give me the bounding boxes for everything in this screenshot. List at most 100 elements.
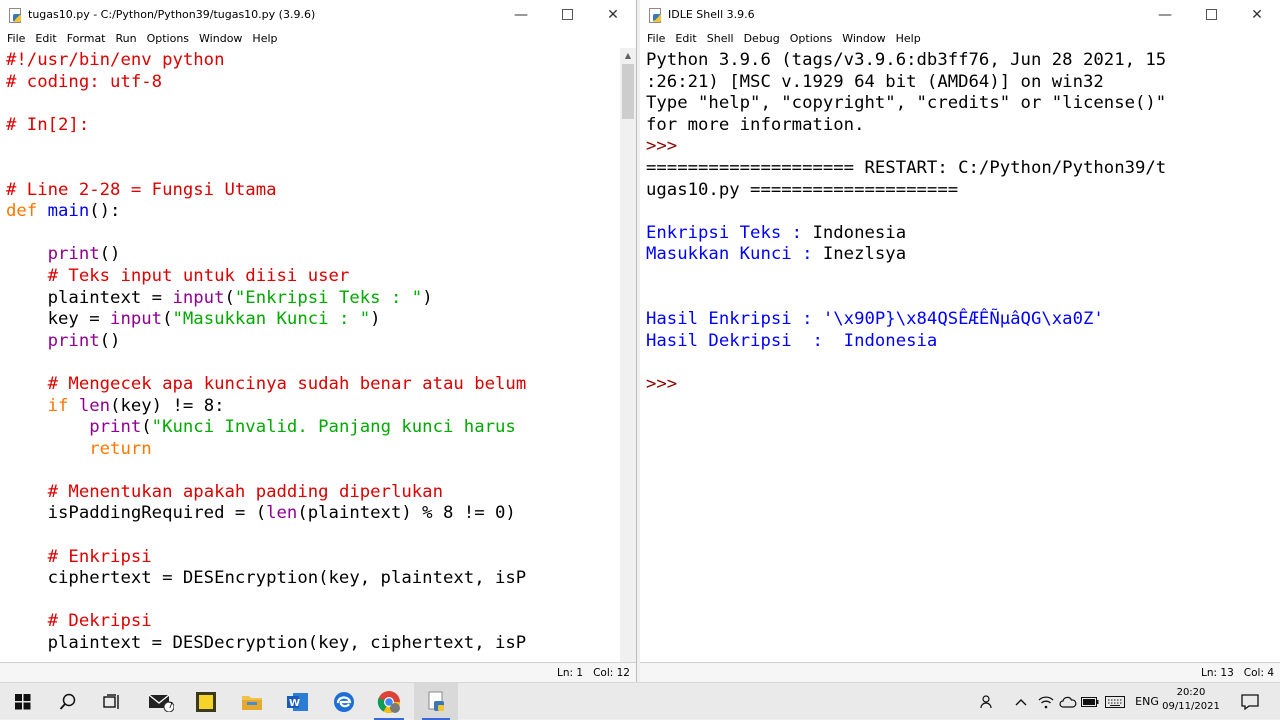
menu-help[interactable]: Help: [247, 32, 282, 45]
close-button[interactable]: ✕: [590, 0, 636, 29]
shell-minimize-button[interactable]: —: [1142, 0, 1188, 29]
minimize-button[interactable]: —: [498, 0, 544, 29]
tray-people[interactable]: [976, 683, 1000, 720]
editor-menubar: File Edit Format Run Options Window Help: [0, 29, 636, 47]
close-icon: ✕: [1251, 6, 1263, 23]
shell-prompt: >>>: [646, 136, 678, 157]
taskbar-file-explorer[interactable]: [230, 683, 274, 720]
code-text[interactable]: #!/usr/bin/env python # coding: utf-8 # …: [0, 48, 636, 655]
key-label: Masukkan Kunci :: [646, 244, 823, 265]
taskbar-edge[interactable]: [322, 683, 366, 720]
menu-run[interactable]: Run: [111, 32, 142, 45]
menu-file[interactable]: File: [2, 32, 30, 45]
python-shell-icon: [648, 7, 662, 23]
editor-scrollbar[interactable]: ▲: [620, 48, 636, 662]
search-button[interactable]: [46, 683, 90, 720]
editor-statusbar: Ln: 1 Col: 12: [0, 662, 636, 682]
task-view-icon: [103, 693, 119, 709]
taskbar-word[interactable]: W: [276, 683, 320, 720]
shell-title: IDLE Shell 3.9.6: [668, 8, 755, 21]
shell-status-col: Col: 4: [1243, 666, 1274, 679]
restart-line: ugas10.py ====================: [646, 179, 959, 200]
banner-line: :26:21) [MSC v.1929 64 bit (AMD64)] on w…: [646, 71, 1104, 92]
shell-menu-window[interactable]: Window: [837, 32, 890, 45]
taskbar-mail[interactable]: 7: [138, 683, 184, 720]
task-view-button[interactable]: [90, 683, 134, 720]
people-icon: [980, 694, 992, 708]
clock-date: 09/11/2021: [1162, 701, 1220, 712]
cloud-icon: [1059, 696, 1077, 708]
shell-maximize-button[interactable]: [1188, 0, 1234, 29]
python-idle-icon: [428, 691, 444, 711]
shell-titlebar[interactable]: IDLE Shell 3.9.6 — ✕: [640, 0, 1280, 29]
mail-badge: 7: [168, 701, 174, 710]
menu-window[interactable]: Window: [194, 32, 247, 45]
result-decryption: Hasil Dekripsi : Indonesia: [646, 330, 938, 351]
editor-title: tugas10.py - C:/Python/Python39/tugas10.…: [28, 8, 316, 21]
wifi-icon: [1038, 695, 1054, 708]
shell-menu-shell[interactable]: Shell: [702, 32, 739, 45]
taskbar-sticky-notes[interactable]: [184, 683, 228, 720]
taskbar: 7 W ENG: [0, 682, 1280, 720]
scroll-up-icon[interactable]: ▲: [620, 48, 636, 64]
editor-status-col: Col: 12: [593, 666, 630, 679]
tray-onedrive[interactable]: [1056, 683, 1080, 720]
scrollbar-thumb[interactable]: [622, 64, 634, 119]
clock-time: 20:20: [1176, 687, 1206, 698]
result-encryption: Hasil Enkripsi : '\x90P}\x84QSÊÆÊÑµâQG\x…: [646, 309, 1104, 330]
editor-titlebar[interactable]: tugas10.py - C:/Python/Python39/tugas10.…: [0, 0, 636, 29]
enc-label: Enkripsi Teks :: [646, 222, 813, 243]
menu-options[interactable]: Options: [142, 32, 194, 45]
editor-window: tugas10.py - C:/Python/Python39/tugas10.…: [0, 0, 637, 682]
shell-menu-edit[interactable]: Edit: [670, 32, 701, 45]
menu-edit[interactable]: Edit: [30, 32, 61, 45]
tray-network[interactable]: [1034, 683, 1058, 720]
tray-keyboard[interactable]: [1102, 683, 1128, 720]
taskbar-python-idle[interactable]: [414, 683, 458, 720]
banner-line: for more information.: [646, 114, 865, 135]
key-value: Inezlsya: [822, 244, 907, 265]
shell-menu-options[interactable]: Options: [785, 32, 837, 45]
edge-icon: [334, 691, 354, 712]
tray-notifications[interactable]: [1230, 683, 1270, 720]
taskbar-clock[interactable]: 20:20 09/11/2021: [1158, 682, 1224, 719]
restart-line: ==================== RESTART: C:/Python/…: [646, 157, 1167, 178]
search-icon: [59, 693, 76, 710]
banner-line: Type "help", "copyright", "credits" or "…: [646, 93, 1167, 114]
shell-text[interactable]: Python 3.9.6 (tags/v3.9.6:db3ff76, Jun 2…: [640, 48, 1280, 396]
sticky-notes-icon: [196, 691, 216, 712]
shell-menu-debug[interactable]: Debug: [739, 32, 785, 45]
shell-menu-file[interactable]: File: [642, 32, 670, 45]
shell-close-button[interactable]: ✕: [1234, 0, 1280, 29]
language-label: ENG: [1135, 695, 1159, 708]
minimize-icon: —: [1158, 6, 1172, 23]
taskbar-chrome[interactable]: [366, 683, 412, 720]
maximize-button[interactable]: [544, 0, 590, 29]
start-button[interactable]: [0, 683, 46, 720]
notification-icon: [1241, 693, 1259, 710]
shell-menubar: File Edit Shell Debug Options Window Hel…: [640, 29, 1280, 47]
keyboard-icon: [1105, 695, 1125, 708]
menu-format[interactable]: Format: [62, 32, 111, 45]
chrome-icon: [377, 690, 400, 713]
windows-icon: [15, 693, 31, 709]
code-editor[interactable]: #!/usr/bin/env python # coding: utf-8 # …: [0, 48, 636, 662]
shell-statusbar: Ln: 13 Col: 4: [640, 662, 1280, 682]
editor-status-line: Ln: 1: [557, 666, 584, 679]
word-icon: W: [287, 692, 308, 711]
battery-icon: [1081, 696, 1099, 707]
python-file-icon: [8, 7, 22, 23]
chevron-up-icon: [1015, 698, 1027, 705]
shell-output[interactable]: Python 3.9.6 (tags/v3.9.6:db3ff76, Jun 2…: [640, 48, 1280, 662]
shell-window: IDLE Shell 3.9.6 — ✕ File Edit Shell Deb…: [640, 0, 1280, 682]
maximize-icon: [1205, 9, 1217, 20]
shell-menu-help[interactable]: Help: [891, 32, 926, 45]
svg-text:W: W: [289, 698, 300, 709]
tray-show-hidden[interactable]: [1010, 683, 1032, 720]
banner-line: Python 3.9.6 (tags/v3.9.6:db3ff76, Jun 2…: [646, 50, 1167, 70]
enc-value: Indonesia: [812, 222, 907, 243]
minimize-icon: —: [514, 6, 528, 23]
maximize-icon: [561, 9, 573, 20]
shell-final-prompt: >>>: [646, 373, 678, 394]
tray-battery[interactable]: [1078, 683, 1102, 720]
